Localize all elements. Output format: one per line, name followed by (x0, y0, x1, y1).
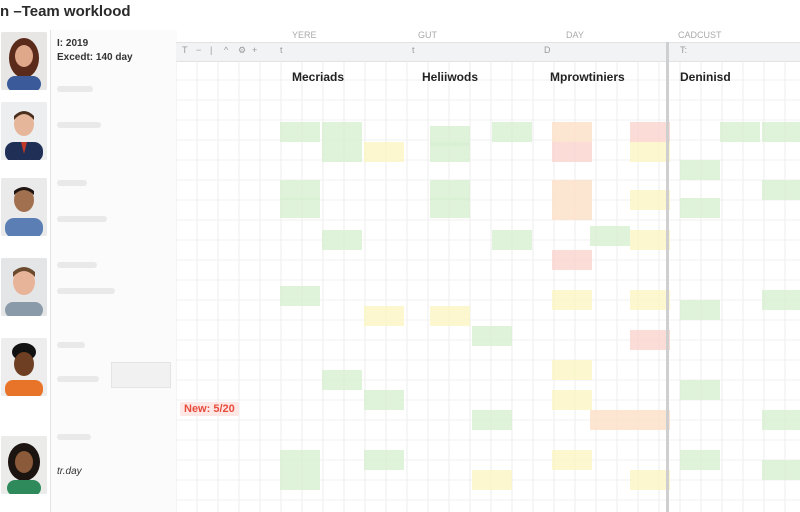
workload-cell[interactable] (492, 122, 532, 142)
placeholder-text (57, 122, 101, 128)
workload-cell[interactable] (630, 410, 670, 430)
grid-toolbar: T − | ^ ⚙ + t t D T: (176, 42, 800, 62)
workload-cell[interactable] (472, 410, 512, 430)
workload-cell[interactable] (762, 410, 800, 430)
person-avatar-3[interactable] (1, 178, 47, 236)
minus-icon[interactable]: − (196, 45, 201, 55)
workload-cell[interactable] (552, 180, 592, 200)
placeholder-text (57, 376, 99, 382)
workload-cell[interactable] (762, 460, 800, 480)
workload-cell[interactable] (630, 190, 670, 210)
workload-cell[interactable] (364, 142, 404, 162)
member-info-panel: I: 2019 Excedt: 140 day tr.day (50, 30, 177, 512)
person-avatar-6[interactable] (1, 436, 47, 494)
caret-icon[interactable]: ^ (224, 45, 228, 55)
workload-cell[interactable] (322, 122, 362, 142)
workload-cell[interactable] (630, 122, 670, 142)
workload-cell[interactable] (552, 200, 592, 220)
workload-cell[interactable] (552, 142, 592, 162)
group-label-mprowtiniers: Mprowtiniers (550, 70, 625, 84)
workload-cell[interactable] (472, 470, 512, 490)
workload-cell[interactable] (630, 290, 670, 310)
workload-cell[interactable] (492, 230, 532, 250)
placeholder-text (57, 288, 115, 294)
workload-cell[interactable] (280, 198, 320, 218)
grid-lines (176, 60, 800, 512)
workload-cell[interactable] (322, 142, 362, 162)
header-top-label: CADCUST (678, 30, 722, 40)
workload-cell[interactable] (430, 198, 470, 218)
group-label-heliiwods: Heliiwods (422, 70, 479, 84)
bottom-note: tr.day (57, 466, 82, 477)
workload-cell[interactable] (762, 180, 800, 200)
team-sidebar (0, 30, 50, 512)
workload-cell[interactable] (552, 390, 592, 410)
plus-icon[interactable]: + (252, 45, 257, 55)
year-label: I: 2019 (57, 38, 89, 49)
excedit-label: Excedt: 140 day (57, 52, 133, 63)
workload-cell[interactable] (630, 142, 670, 162)
workload-cell[interactable] (762, 122, 800, 142)
workload-cell[interactable] (680, 380, 720, 400)
workload-cell[interactable] (280, 286, 320, 306)
workload-cell[interactable] (280, 180, 320, 200)
column-letter: t (280, 45, 283, 55)
placeholder-text (57, 434, 91, 440)
group-label-mecriads: Mecriads (292, 70, 345, 84)
workload-cell[interactable] (280, 122, 320, 142)
workload-cell[interactable] (552, 122, 592, 142)
workload-cell[interactable] (364, 450, 404, 470)
workload-cell[interactable] (430, 142, 470, 162)
workload-cell[interactable] (430, 180, 470, 200)
letter-t-icon[interactable]: T (182, 45, 188, 55)
person-avatar-2[interactable] (1, 102, 47, 160)
new-badge: New: 5/20 (180, 402, 239, 416)
placeholder-text (57, 262, 97, 268)
section-divider[interactable] (666, 42, 669, 512)
header-top-label: GUT (418, 30, 437, 40)
workload-cell[interactable] (364, 306, 404, 326)
placeholder-text (57, 180, 87, 186)
workload-cell[interactable] (472, 326, 512, 346)
header-top-label: YERE (292, 30, 317, 40)
placeholder-text (57, 86, 93, 92)
person-avatar-5[interactable] (1, 338, 47, 396)
pipe-icon[interactable]: | (210, 45, 212, 55)
workload-cell[interactable] (680, 300, 720, 320)
workload-cell[interactable] (590, 226, 630, 246)
workload-cell[interactable] (430, 306, 470, 326)
input-field[interactable] (111, 362, 171, 388)
placeholder-text (57, 216, 107, 222)
window-title: n –Team worklood (0, 3, 131, 20)
workload-cell[interactable] (364, 390, 404, 410)
workload-cell[interactable] (552, 250, 592, 270)
workload-cell[interactable] (630, 330, 670, 350)
workload-cell[interactable] (630, 230, 670, 250)
workload-cell[interactable] (680, 450, 720, 470)
workload-cell[interactable] (552, 290, 592, 310)
workload-cell[interactable] (552, 360, 592, 380)
workload-cell[interactable] (322, 230, 362, 250)
header-top-row: YERE GUT DAY CADCUST (176, 30, 800, 42)
workload-cell[interactable] (280, 470, 320, 490)
workload-cell[interactable] (590, 410, 630, 430)
column-letter: t (412, 45, 415, 55)
group-label-deninisd: Deninisd (680, 70, 731, 84)
person-avatar-1[interactable] (1, 32, 47, 90)
column-letter: D (544, 45, 551, 55)
workload-cell[interactable] (630, 470, 670, 490)
workload-cell[interactable] (720, 122, 760, 142)
gear-icon[interactable]: ⚙ (238, 45, 246, 56)
workload-cell[interactable] (552, 450, 592, 470)
placeholder-text (57, 342, 85, 348)
workload-cell[interactable] (322, 370, 362, 390)
workload-cell[interactable] (680, 160, 720, 180)
workload-cell[interactable] (680, 198, 720, 218)
header-top-label: DAY (566, 30, 584, 40)
workload-cell[interactable] (762, 290, 800, 310)
person-avatar-4[interactable] (1, 258, 47, 316)
workload-grid: YERE GUT DAY CADCUST T − | ^ ⚙ + t t D T… (176, 30, 800, 512)
column-letter: T: (680, 45, 688, 55)
workload-cell[interactable] (280, 450, 320, 470)
